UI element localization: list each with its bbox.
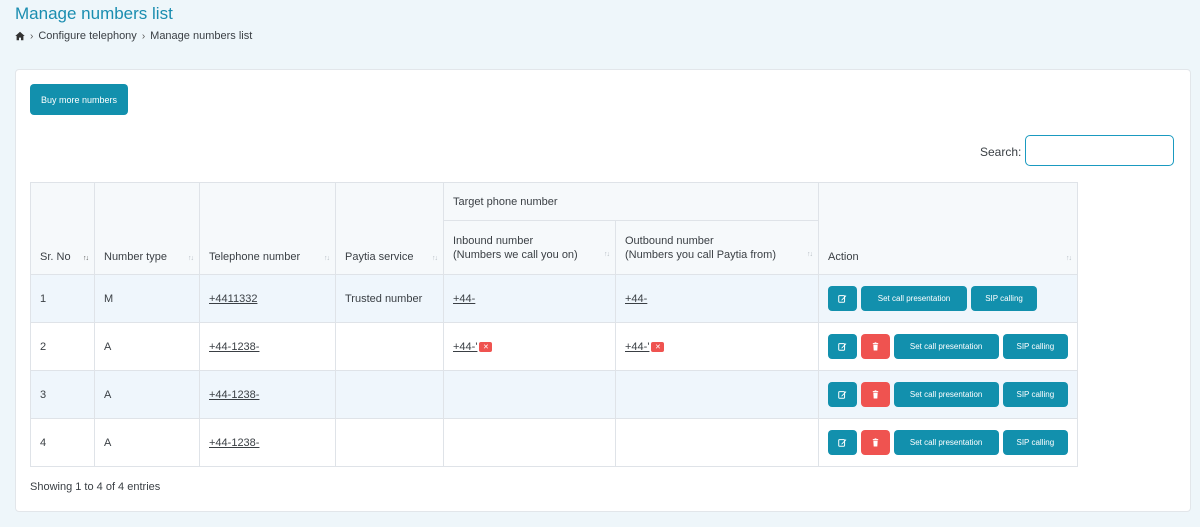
- row-actions: Set call presentation SIP calling: [828, 334, 1069, 359]
- column-header-action[interactable]: Action ↑↓: [818, 182, 1079, 275]
- breadcrumb-item-current: Manage numbers list: [150, 30, 253, 42]
- outbound-number-link[interactable]: +44-': [625, 341, 649, 353]
- cell-paytia-service: [335, 370, 444, 419]
- cell-telephone-number: +44-1238-: [199, 322, 336, 371]
- delete-button[interactable]: [860, 334, 890, 359]
- row-actions: Set call presentation SIP calling: [828, 286, 1068, 311]
- column-header-telephone-number[interactable]: Telephone number ↑↓: [199, 182, 336, 275]
- cell-inbound-number: [443, 370, 616, 419]
- cell-paytia-service: [335, 322, 444, 371]
- edit-button[interactable]: [828, 286, 858, 311]
- telephone-number-link[interactable]: +44-1238-: [209, 389, 259, 401]
- cell-action: Set call presentation SIP calling: [818, 322, 1079, 371]
- sip-calling-button[interactable]: SIP calling: [1002, 382, 1069, 407]
- cell-number-type: A: [94, 322, 200, 371]
- cell-paytia-service: Trusted number: [335, 274, 444, 323]
- telephone-number-link[interactable]: +44-1238-: [209, 341, 259, 353]
- table-info: Showing 1 to 4 of 4 entries: [30, 481, 161, 493]
- close-icon[interactable]: ✕: [479, 341, 493, 352]
- numbers-card: Buy more numbers Search: Sr. No ↑↓ Numbe…: [15, 69, 1191, 512]
- set-call-presentation-button[interactable]: Set call presentation: [893, 334, 999, 359]
- cell-telephone-number: +44-1238-: [199, 370, 336, 419]
- cell-paytia-service: [335, 418, 444, 467]
- search-input[interactable]: [1025, 135, 1174, 166]
- table-row: 1 M +4411332 Trusted number +44- +44- Set call…: [30, 274, 1079, 323]
- cell-inbound-number: +44-: [443, 274, 616, 323]
- close-icon[interactable]: ✕: [651, 341, 665, 352]
- sort-icon: ↑↓: [432, 255, 438, 262]
- edit-icon: [838, 438, 847, 447]
- set-call-presentation-button[interactable]: Set call presentation: [893, 430, 999, 455]
- outbound-number-link[interactable]: +44-: [625, 293, 647, 305]
- edit-icon: [838, 294, 847, 303]
- set-call-presentation-button[interactable]: Set call presentation: [893, 382, 999, 407]
- delete-button[interactable]: [860, 382, 890, 407]
- cell-telephone-number: +4411332: [199, 274, 336, 323]
- sip-calling-button[interactable]: SIP calling: [1002, 430, 1069, 455]
- column-group-target-phone-number: Target phone number: [442, 182, 820, 221]
- breadcrumb: › Configure telephony › Manage numbers l…: [15, 30, 252, 42]
- trash-icon: [871, 342, 880, 351]
- inbound-number-link[interactable]: +44-: [453, 293, 475, 305]
- edit-button[interactable]: [828, 382, 857, 407]
- numbers-table: Sr. No ↑↓ Number type ↑↓ Telephone numbe…: [30, 182, 1079, 467]
- cell-outbound-number: +44-: [614, 274, 820, 323]
- breadcrumb-separator: ›: [141, 30, 146, 42]
- table-row: 3 A +44-1238- Set call presentation SIP call…: [30, 370, 1079, 419]
- sort-icon: ↑↓: [188, 255, 194, 262]
- set-call-presentation-button[interactable]: Set call presentation: [861, 286, 968, 311]
- buy-more-numbers-button[interactable]: Buy more numbers: [30, 84, 128, 115]
- cell-sr-no: 2: [30, 322, 95, 371]
- cell-inbound-number: [443, 418, 616, 467]
- cell-sr-no: 3: [30, 370, 95, 419]
- breadcrumb-separator: ›: [30, 30, 34, 42]
- cell-number-type: M: [94, 274, 200, 323]
- edit-icon: [838, 390, 847, 399]
- breadcrumb-item-configure-telephony[interactable]: Configure telephony: [38, 30, 136, 42]
- cell-action: Set call presentation SIP calling: [818, 274, 1079, 323]
- sort-icon: ↑↓: [604, 251, 610, 258]
- search-label: Search:: [980, 145, 1022, 159]
- column-header-sr-no[interactable]: Sr. No ↑↓: [30, 182, 95, 275]
- edit-icon: [838, 342, 847, 351]
- sort-icon: ↑↓: [324, 255, 330, 262]
- edit-button[interactable]: [828, 430, 857, 455]
- trash-icon: [871, 390, 880, 399]
- cell-outbound-number: [614, 418, 820, 467]
- cell-outbound-number: +44-' ✕: [614, 322, 820, 371]
- telephone-number-link[interactable]: +4411332: [209, 293, 257, 305]
- cell-telephone-number: +44-1238-: [199, 418, 336, 467]
- sip-calling-button[interactable]: SIP calling: [1002, 334, 1069, 359]
- table-row: 2 A +44-1238- +44-' ✕ +44-' ✕ Set call presenta…: [30, 322, 1079, 371]
- edit-button[interactable]: [828, 334, 857, 359]
- cell-sr-no: 1: [30, 274, 95, 323]
- row-actions: Set call presentation SIP calling: [828, 430, 1069, 455]
- page-title: Manage numbers list: [15, 4, 173, 23]
- column-header-paytia-service[interactable]: Paytia service ↑↓: [335, 182, 444, 275]
- row-actions: Set call presentation SIP calling: [828, 382, 1069, 407]
- trash-icon: [871, 438, 880, 447]
- cell-inbound-number: +44-' ✕: [443, 322, 616, 371]
- table-row: 4 A +44-1238- Set call presentation SIP call…: [30, 418, 1079, 467]
- home-icon[interactable]: [15, 31, 25, 41]
- sort-icon: ↑↓: [1066, 255, 1072, 262]
- inbound-number-link[interactable]: +44-': [453, 341, 477, 353]
- sort-icon: ↑↓: [83, 255, 89, 262]
- cell-action: Set call presentation SIP calling: [818, 370, 1079, 419]
- cell-outbound-number: [614, 370, 820, 419]
- delete-button[interactable]: [860, 430, 890, 455]
- column-header-number-type[interactable]: Number type ↑↓: [94, 182, 200, 275]
- cell-action: Set call presentation SIP calling: [818, 418, 1079, 467]
- cell-number-type: A: [94, 370, 200, 419]
- column-header-inbound-number[interactable]: Inbound number (Numbers we call you on) …: [443, 220, 616, 275]
- sip-calling-button[interactable]: SIP calling: [971, 286, 1038, 311]
- column-header-outbound-number[interactable]: Outbound number (Numbers you call Paytia…: [614, 220, 820, 275]
- telephone-number-link[interactable]: +44-1238-: [209, 437, 259, 449]
- cell-number-type: A: [94, 418, 200, 467]
- sort-icon: ↑↓: [807, 251, 813, 258]
- cell-sr-no: 4: [30, 418, 95, 467]
